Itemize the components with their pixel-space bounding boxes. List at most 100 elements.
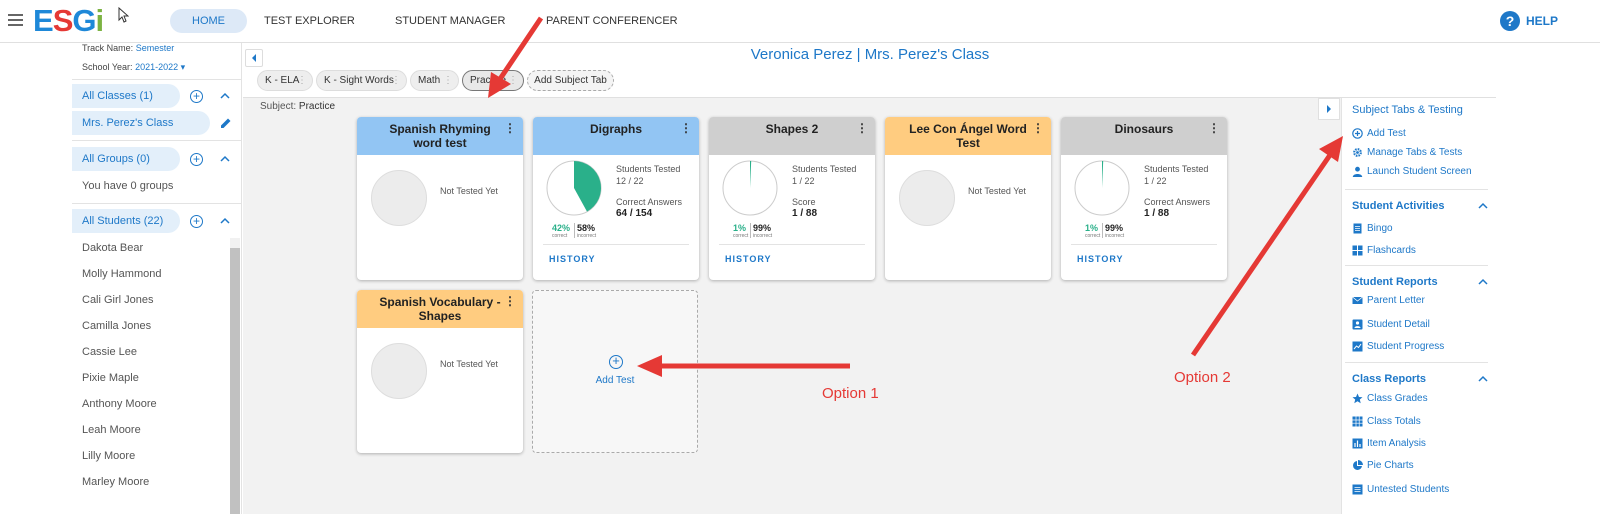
caret-down-icon: ▾ — [180, 62, 186, 72]
kebab-icon[interactable]: ⋮ — [856, 121, 868, 135]
track-value[interactable]: Semester — [136, 43, 175, 53]
student-item[interactable]: Marley Moore — [82, 476, 149, 488]
document-icon — [1353, 223, 1362, 234]
manage-tabs-tests-link[interactable]: Manage Tabs & Tests — [1352, 147, 1462, 158]
kebab-icon[interactable]: ⋮ — [391, 71, 401, 90]
students-tested-value: 1 / 22 — [1144, 176, 1167, 186]
add-subject-tab-button[interactable]: Add Subject Tab — [527, 70, 614, 91]
incorrect-percent: 58% incorrect — [577, 223, 597, 239]
test-card[interactable]: Digraphs ⋮ 42% correct 58% incorrect Studen… — [533, 117, 699, 280]
kebab-icon[interactable]: ⋮ — [504, 294, 516, 308]
pencil-icon[interactable] — [220, 117, 232, 129]
trend-chart-icon — [1352, 341, 1363, 352]
envelope-icon — [1352, 296, 1363, 304]
test-card[interactable]: Lee Con Ángel Word Test ⋮ Not Tested Yet — [885, 117, 1051, 280]
nav-student-manager[interactable]: STUDENT MANAGER — [395, 9, 505, 33]
chevron-up-icon[interactable] — [1478, 374, 1488, 384]
esgi-logo[interactable]: ESGi — [33, 3, 104, 39]
chevron-up-icon[interactable] — [1478, 201, 1488, 211]
student-item[interactable]: Leah Moore — [82, 424, 141, 436]
kebab-icon[interactable]: ⋮ — [1208, 121, 1220, 135]
student-item[interactable]: Molly Hammond — [82, 268, 161, 280]
tab-k-sight-words[interactable]: K - Sight Words ⋮ — [316, 70, 407, 91]
all-students-header[interactable]: All Students (22) — [72, 209, 180, 233]
launch-student-screen-link[interactable]: Launch Student Screen — [1352, 166, 1472, 177]
kebab-icon[interactable]: ⋮ — [680, 121, 692, 135]
students-tested-value: 1 / 22 — [792, 176, 815, 186]
chevron-up-icon[interactable] — [220, 154, 230, 164]
flashcards-link[interactable]: Flashcards — [1352, 245, 1416, 256]
kebab-icon[interactable]: ⋮ — [504, 121, 516, 135]
student-item[interactable]: Cassie Lee — [82, 346, 137, 358]
chevron-up-icon[interactable] — [220, 216, 230, 226]
groups-empty-text: You have 0 groups — [82, 180, 174, 192]
add-class-icon[interactable]: + — [190, 90, 203, 103]
student-item[interactable]: Camilla Jones — [82, 320, 151, 332]
untested-students-link[interactable]: Untested Students — [1352, 484, 1449, 495]
collapse-right-panel-button[interactable] — [1318, 98, 1340, 120]
card-title: Shapes 2 ⋮ — [709, 117, 875, 155]
school-year[interactable]: School Year: 2021-2022 ▾ — [82, 62, 185, 73]
student-item[interactable]: Anthony Moore — [82, 398, 157, 410]
chevron-up-icon[interactable] — [220, 91, 230, 101]
class-reports-header[interactable]: Class Reports — [1352, 373, 1426, 385]
bingo-link[interactable]: Bingo — [1352, 223, 1393, 234]
test-card[interactable]: Dinosaurs ⋮ 1% correct 99% incorrect Studen… — [1061, 117, 1227, 280]
student-item[interactable]: Pixie Maple — [82, 372, 139, 384]
scrollbar-thumb[interactable] — [230, 248, 240, 514]
chevron-up-icon[interactable] — [1478, 277, 1488, 287]
test-card[interactable]: Spanish Rhyming word test ⋮ Not Tested Ye… — [357, 117, 523, 280]
add-student-icon[interactable]: + — [190, 215, 203, 228]
history-link[interactable]: HISTORY — [725, 254, 772, 264]
correct-answers-label: Correct Answers — [1144, 197, 1211, 207]
tab-math[interactable]: Math ⋮ — [410, 70, 459, 91]
menu-icon[interactable] — [8, 14, 23, 26]
all-classes-header[interactable]: All Classes (1) — [72, 84, 180, 108]
student-item[interactable]: Dakota Bear — [82, 242, 143, 254]
tab-practice[interactable]: Practice ⋮ — [462, 70, 524, 91]
all-groups-header[interactable]: All Groups (0) — [72, 147, 180, 171]
correct-percent: 42% correct — [552, 223, 571, 239]
nav-test-explorer[interactable]: TEST EXPLORER — [264, 9, 355, 33]
student-item[interactable]: Cali Girl Jones — [82, 294, 154, 306]
parent-letter-link[interactable]: Parent Letter — [1352, 295, 1425, 306]
not-tested-label: Not Tested Yet — [440, 186, 498, 196]
plus-circle-icon — [1352, 128, 1363, 139]
add-test-card[interactable]: + Add Test — [532, 290, 698, 453]
student-item[interactable]: Lilly Moore — [82, 450, 135, 462]
correct-percent: 1% correct — [733, 223, 749, 239]
student-detail-link[interactable]: Student Detail — [1352, 319, 1430, 330]
history-link[interactable]: HISTORY — [1077, 254, 1124, 264]
help-button[interactable]: ? HELP — [1500, 10, 1558, 32]
plus-circle-icon: + — [609, 354, 623, 369]
pie-charts-link[interactable]: Pie Charts — [1352, 460, 1414, 471]
history-link[interactable]: HISTORY — [549, 254, 596, 264]
nav-parent-conferencer[interactable]: PARENT CONFERENCER — [546, 9, 678, 33]
right-panel — [1341, 98, 1496, 514]
kebab-icon[interactable]: ⋮ — [508, 71, 518, 90]
nav-home[interactable]: HOME — [170, 9, 247, 33]
annotation-option-2: Option 2 — [1174, 369, 1231, 386]
student-activities-header[interactable]: Student Activities — [1352, 200, 1445, 212]
student-reports-header[interactable]: Student Reports — [1352, 276, 1438, 288]
item-analysis-link[interactable]: Item Analysis — [1352, 438, 1426, 449]
score-value: 1 / 88 — [792, 208, 818, 219]
students-tested-value: 12 / 22 — [616, 176, 644, 186]
collapse-sidebar-button[interactable] — [245, 49, 263, 67]
student-progress-link[interactable]: Student Progress — [1352, 341, 1444, 352]
class-grades-link[interactable]: Class Grades — [1352, 393, 1428, 404]
test-card[interactable]: Spanish Vocabulary - Shapes ⋮ Not Tested … — [357, 290, 523, 453]
grid-icon — [1352, 245, 1363, 256]
card-title: Spanish Vocabulary - Shapes ⋮ — [357, 290, 523, 328]
kebab-icon[interactable]: ⋮ — [297, 71, 307, 90]
add-group-icon[interactable]: + — [190, 153, 203, 166]
test-card[interactable]: Shapes 2 ⋮ 1% correct 99% incorrect Student… — [709, 117, 875, 280]
add-test-link[interactable]: Add Test — [1352, 128, 1406, 139]
class-item[interactable]: Mrs. Perez's Class — [72, 111, 210, 135]
tab-k-ela[interactable]: K - ELA ⋮ — [257, 70, 313, 91]
chevron-right-icon — [1327, 105, 1331, 113]
kebab-icon[interactable]: ⋮ — [443, 71, 453, 90]
kebab-icon[interactable]: ⋮ — [1032, 121, 1044, 135]
results-pie-chart — [546, 160, 602, 216]
class-totals-link[interactable]: Class Totals — [1352, 416, 1421, 427]
